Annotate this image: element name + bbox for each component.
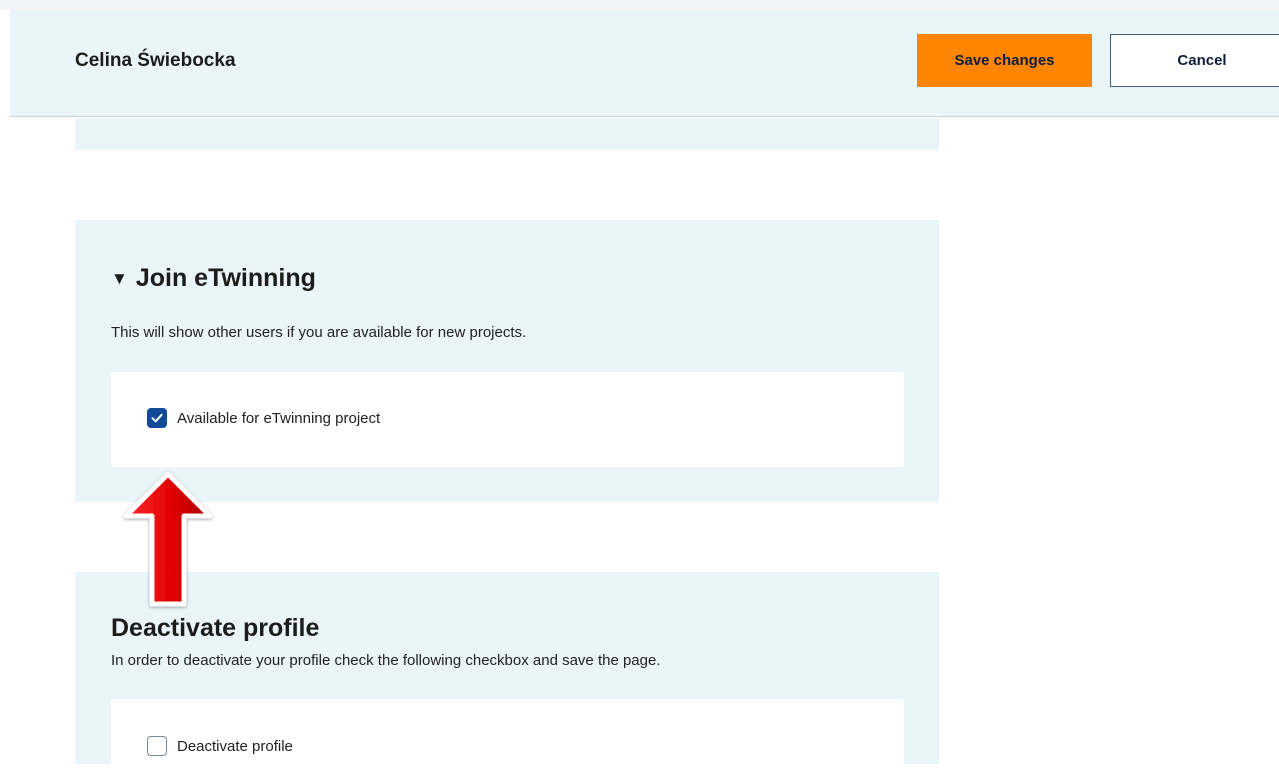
triangle-down-icon: ▼ bbox=[111, 269, 128, 288]
cancel-button[interactable]: Cancel bbox=[1110, 34, 1279, 87]
red-up-arrow-annotation-icon bbox=[123, 471, 213, 607]
available-for-etwinning-checkbox[interactable] bbox=[147, 408, 167, 428]
join-etwinning-section: ▼ Join eTwinning This will show other use… bbox=[75, 220, 939, 502]
page-top-strip bbox=[0, 0, 1279, 10]
deactivate-profile-option[interactable]: Deactivate profile bbox=[147, 736, 293, 756]
join-etwinning-description: This will show other users if you are av… bbox=[111, 324, 527, 341]
join-etwinning-toggle[interactable]: ▼ Join eTwinning bbox=[111, 264, 316, 293]
save-changes-button[interactable]: Save changes bbox=[917, 34, 1092, 87]
available-for-etwinning-label: Available for eTwinning project bbox=[177, 409, 381, 427]
deactivate-profile-card: Deactivate profile bbox=[111, 699, 904, 779]
previous-section-panel bbox=[75, 118, 939, 150]
etwinning-availability-card: Available for eTwinning project bbox=[111, 372, 904, 467]
join-etwinning-title: Join eTwinning bbox=[135, 264, 316, 292]
deactivate-profile-label: Deactivate profile bbox=[177, 737, 293, 755]
profile-header-bar: Celina Świebocka Save changes Cancel bbox=[10, 10, 1279, 117]
deactivate-profile-title: Deactivate profile bbox=[111, 614, 320, 642]
deactivate-profile-description: In order to deactivate your profile chec… bbox=[111, 652, 661, 669]
user-name: Celina Świebocka bbox=[75, 50, 236, 71]
checkmark-icon bbox=[151, 413, 163, 423]
available-for-etwinning-option[interactable]: Available for eTwinning project bbox=[147, 408, 380, 428]
deactivate-profile-checkbox[interactable] bbox=[147, 736, 167, 756]
